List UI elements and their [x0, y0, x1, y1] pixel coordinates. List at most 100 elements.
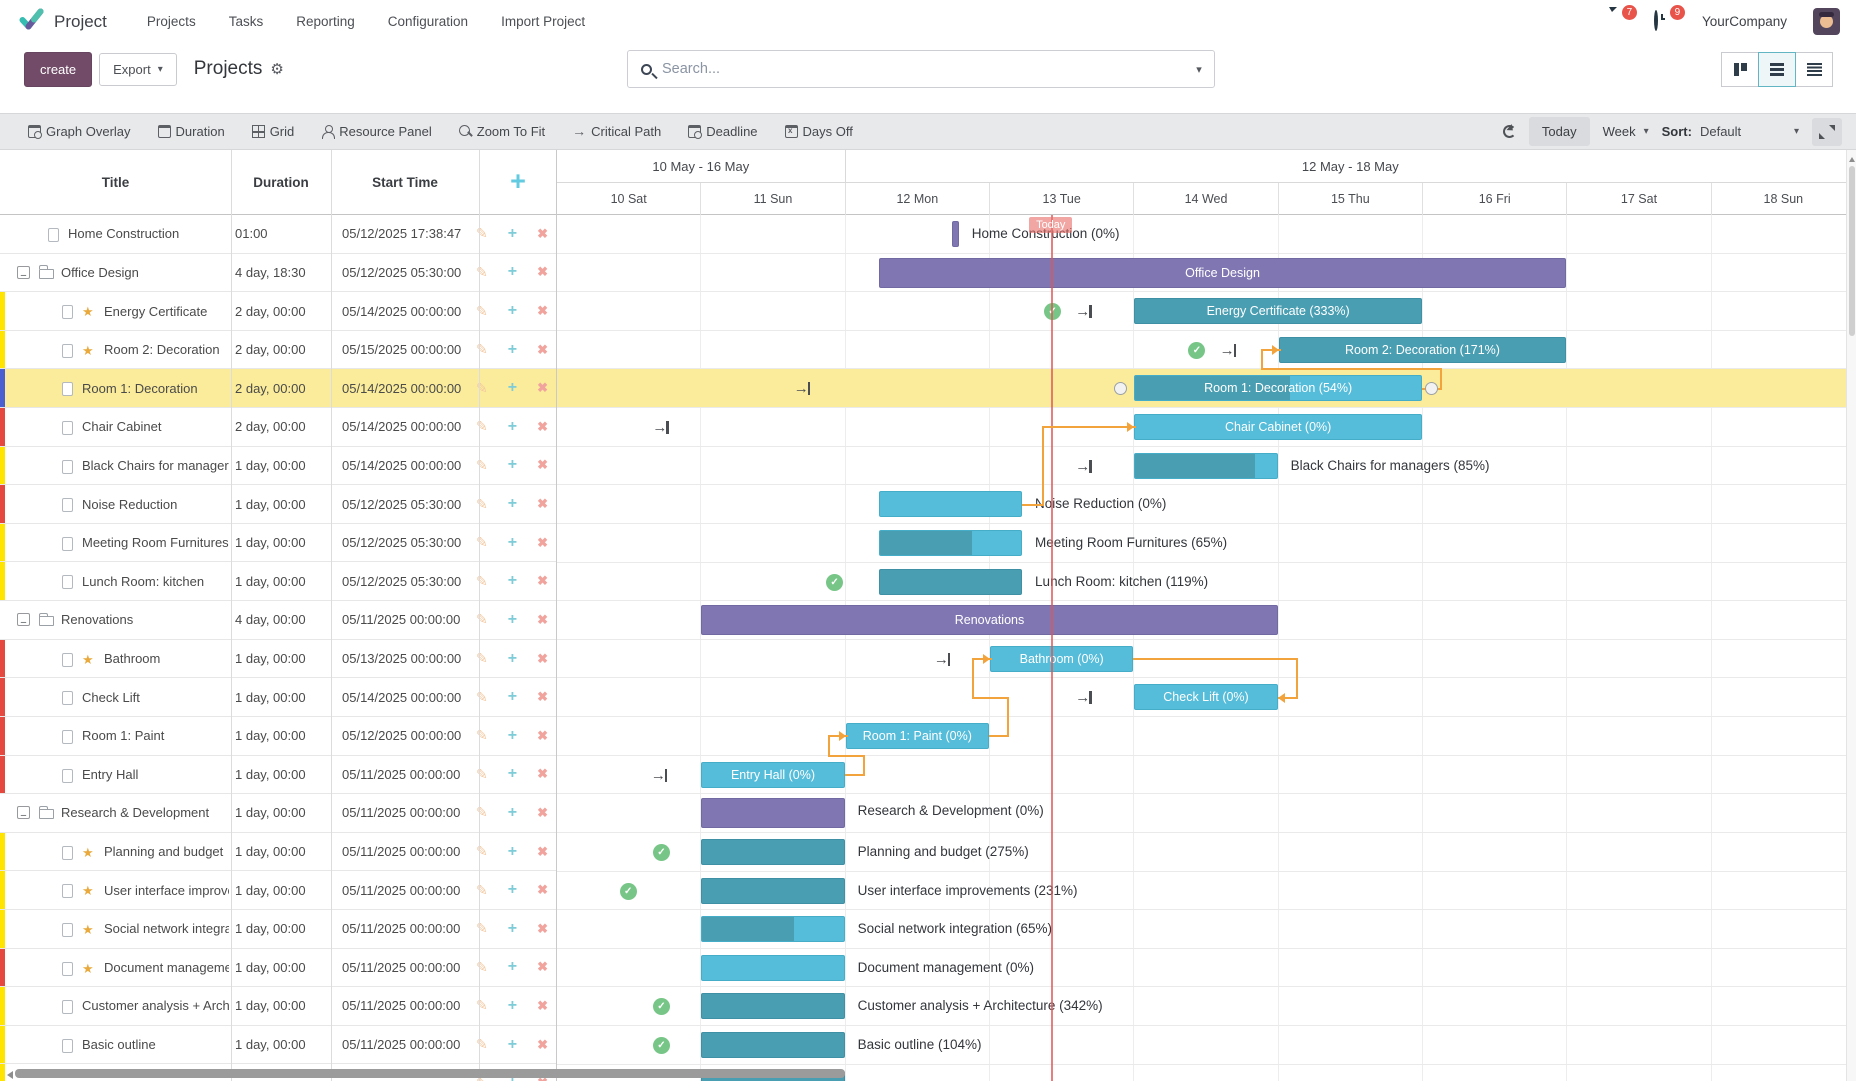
deadline-button[interactable]: Deadline — [688, 124, 757, 139]
edit-task-icon[interactable]: ✎ — [476, 264, 488, 281]
gantt-day-header[interactable]: 15 Thu — [1279, 183, 1423, 215]
add-subtask-icon[interactable]: + — [508, 456, 517, 474]
gantt-bar[interactable] — [1134, 375, 1422, 401]
duration-button[interactable]: Duration — [158, 124, 225, 139]
gantt-bar[interactable] — [1134, 684, 1277, 710]
add-subtask-icon[interactable]: + — [508, 997, 517, 1015]
delete-task-icon[interactable]: ✖ — [537, 573, 548, 589]
gantt-bar[interactable] — [1134, 298, 1422, 324]
activities-button[interactable]: 9 — [1654, 12, 1676, 32]
table-row[interactable]: Entry Hall1 day, 00:0005/11/2025 00:00:0… — [0, 756, 556, 795]
delete-task-icon[interactable]: ✖ — [537, 766, 548, 782]
edit-task-icon[interactable]: ✎ — [476, 766, 488, 783]
table-row[interactable]: ★Energy Certificate2 day, 00:0005/14/202… — [0, 292, 556, 331]
range-dropdown[interactable]: Week ▾ — [1603, 124, 1649, 139]
edit-task-icon[interactable]: ✎ — [476, 418, 488, 435]
column-duration[interactable]: Duration — [231, 150, 331, 215]
export-button[interactable]: Export ▾ — [99, 53, 177, 86]
edit-task-icon[interactable]: ✎ — [476, 920, 488, 937]
table-row[interactable]: ★Document management1 day, 00:0005/11/20… — [0, 949, 556, 988]
add-subtask-icon[interactable]: + — [508, 611, 517, 629]
nav-reporting[interactable]: Reporting — [296, 14, 355, 29]
refresh-icon[interactable] — [1503, 125, 1516, 138]
edit-task-icon[interactable]: ✎ — [476, 843, 488, 860]
grid-button[interactable]: Grid — [252, 124, 295, 139]
days-off-button[interactable]: Days Off — [785, 124, 853, 139]
today-button[interactable]: Today — [1529, 117, 1590, 146]
table-row[interactable]: ★Room 2: Decoration2 day, 00:0005/15/202… — [0, 331, 556, 370]
resource-panel-button[interactable]: Resource Panel — [321, 124, 432, 139]
add-subtask-icon[interactable]: + — [508, 650, 517, 668]
add-subtask-icon[interactable]: + — [508, 804, 517, 822]
delete-task-icon[interactable]: ✖ — [537, 535, 548, 551]
gantt-bar[interactable] — [701, 798, 844, 828]
gantt-bar[interactable] — [879, 491, 1022, 517]
add-subtask-icon[interactable]: + — [508, 418, 517, 436]
add-subtask-icon[interactable]: + — [508, 688, 517, 706]
gantt-bar[interactable] — [952, 221, 959, 247]
scroll-left-arrow-icon[interactable] — [3, 1071, 13, 1079]
table-row[interactable]: Noise Reduction1 day, 00:0005/12/2025 05… — [0, 485, 556, 524]
table-row[interactable]: Basic outline1 day, 00:0005/11/2025 00:0… — [0, 1026, 556, 1065]
column-title[interactable]: Title — [0, 150, 231, 215]
add-subtask-icon[interactable]: + — [508, 881, 517, 899]
sort-dropdown[interactable]: Sort: Default ▾ — [1662, 124, 1799, 139]
delete-task-icon[interactable]: ✖ — [537, 844, 548, 860]
edit-task-icon[interactable]: ✎ — [476, 727, 488, 744]
delete-task-icon[interactable]: ✖ — [537, 380, 548, 396]
table-row[interactable]: Office Design4 day, 18:3005/12/2025 05:3… — [0, 254, 556, 293]
add-task-button[interactable]: + — [496, 166, 540, 198]
critical-path-button[interactable]: →Critical Path — [572, 124, 661, 139]
edit-task-icon[interactable]: ✎ — [476, 457, 488, 474]
nav-projects[interactable]: Projects — [147, 14, 196, 29]
company-menu[interactable]: YourCompany — [1702, 14, 1787, 29]
delete-task-icon[interactable]: ✖ — [537, 496, 548, 512]
table-row[interactable]: Research & Development1 day, 00:0005/11/… — [0, 794, 556, 833]
delete-task-icon[interactable]: ✖ — [537, 264, 548, 280]
gantt-day-header[interactable]: 10 Sat — [557, 183, 701, 215]
gantt-bar[interactable] — [879, 569, 1022, 595]
horizontal-scrollbar[interactable] — [15, 1069, 845, 1078]
nav-import-project[interactable]: Import Project — [501, 14, 585, 29]
table-row[interactable]: Check Lift1 day, 00:0005/14/2025 00:00:0… — [0, 678, 556, 717]
edit-task-icon[interactable]: ✎ — [476, 611, 488, 628]
graph-overlay-button[interactable]: Graph Overlay — [28, 124, 131, 139]
delete-task-icon[interactable]: ✖ — [537, 882, 548, 898]
gantt-view-button[interactable] — [1758, 52, 1796, 87]
table-row[interactable]: ★Social network integration1 day, 00:000… — [0, 910, 556, 949]
collapse-icon[interactable] — [17, 613, 30, 626]
add-subtask-icon[interactable]: + — [508, 1036, 517, 1054]
table-row[interactable]: ★Planning and budget1 day, 00:0005/11/20… — [0, 833, 556, 872]
add-subtask-icon[interactable]: + — [508, 263, 517, 281]
gantt-bar[interactable] — [701, 916, 844, 942]
gantt-bar[interactable] — [879, 530, 1022, 556]
edit-task-icon[interactable]: ✎ — [476, 225, 488, 242]
add-subtask-icon[interactable]: + — [508, 843, 517, 861]
delete-task-icon[interactable]: ✖ — [537, 612, 548, 628]
table-row[interactable]: Room 1: Decoration2 day, 00:0005/14/2025… — [0, 369, 556, 408]
delete-task-icon[interactable]: ✖ — [537, 651, 548, 667]
edit-task-icon[interactable]: ✎ — [476, 496, 488, 513]
add-subtask-icon[interactable]: + — [508, 302, 517, 320]
add-subtask-icon[interactable]: + — [508, 765, 517, 783]
gantt-bar[interactable] — [701, 839, 844, 865]
table-row[interactable]: Renovations4 day, 00:0005/11/2025 00:00:… — [0, 601, 556, 640]
nav-tasks[interactable]: Tasks — [229, 14, 264, 29]
table-row[interactable]: Black Chairs for managers1 day, 00:0005/… — [0, 447, 556, 486]
edit-task-icon[interactable]: ✎ — [476, 341, 488, 358]
edit-task-icon[interactable]: ✎ — [476, 534, 488, 551]
table-row[interactable]: Home Construction01:0005/12/2025 17:38:4… — [0, 215, 556, 254]
gantt-bar[interactable] — [846, 723, 989, 749]
table-row[interactable]: ★User interface improvements1 day, 00:00… — [0, 871, 556, 910]
gantt-bar[interactable] — [701, 878, 844, 904]
delete-task-icon[interactable]: ✖ — [537, 457, 548, 473]
add-subtask-icon[interactable]: + — [508, 495, 517, 513]
edit-task-icon[interactable]: ✎ — [476, 997, 488, 1014]
edit-task-icon[interactable]: ✎ — [476, 573, 488, 590]
gantt-day-header[interactable]: 16 Fri — [1423, 183, 1567, 215]
edit-task-icon[interactable]: ✎ — [476, 650, 488, 667]
gantt-bar[interactable] — [701, 1032, 844, 1058]
gantt-bar[interactable] — [1279, 337, 1567, 363]
add-subtask-icon[interactable]: + — [508, 727, 517, 745]
add-subtask-icon[interactable]: + — [508, 920, 517, 938]
